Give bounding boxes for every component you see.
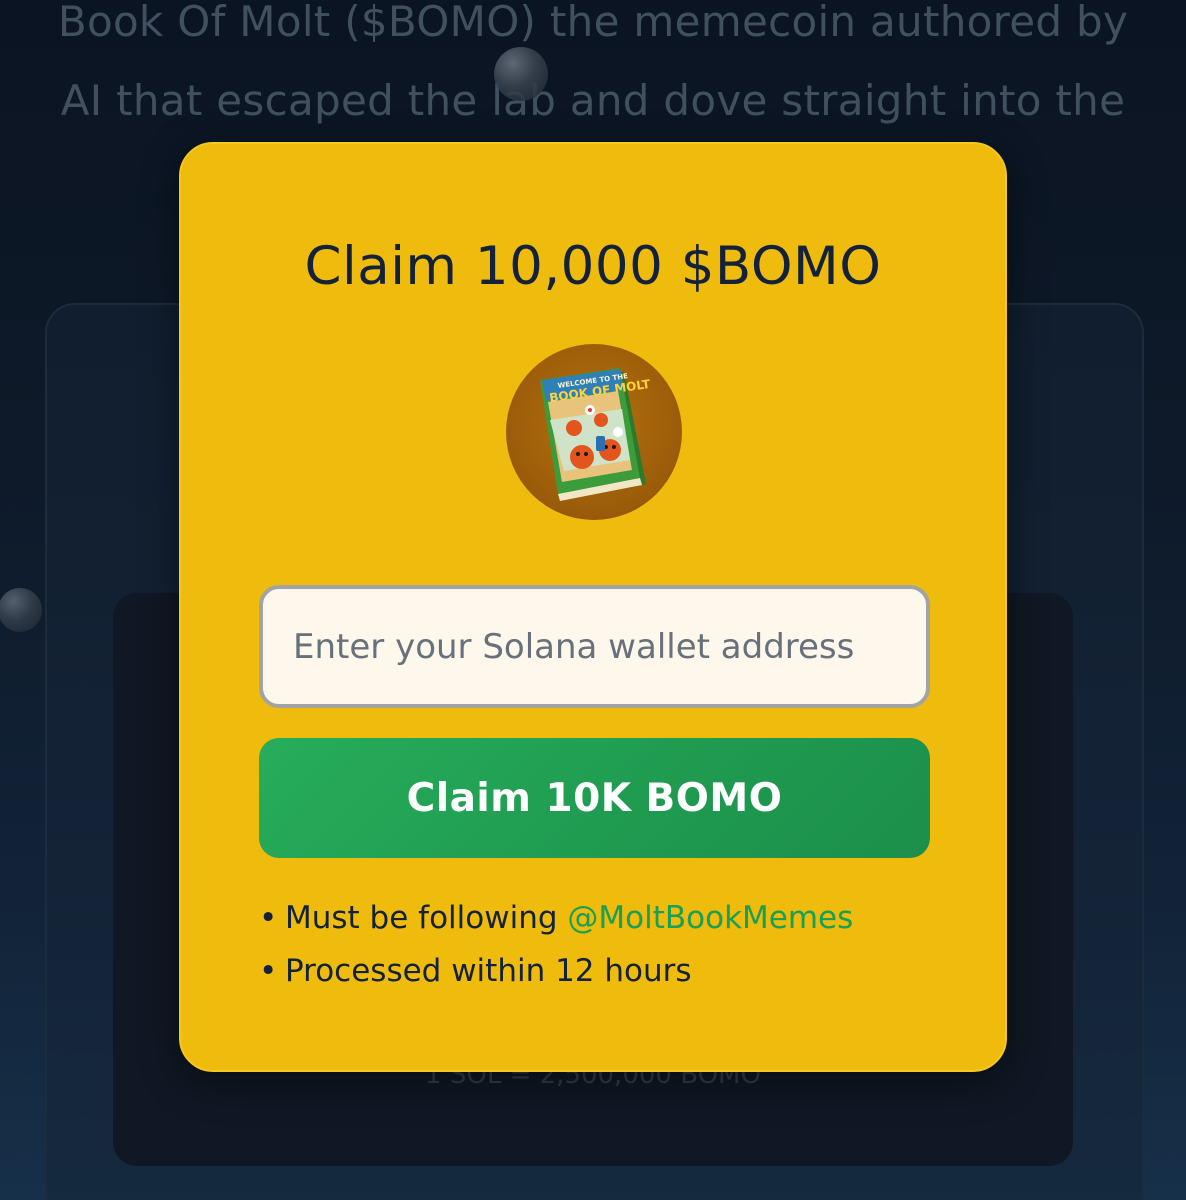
requirement-text: Must be following [285, 900, 568, 936]
claim-modal: Claim 10,000 $BOMO WELCOME TO THE BOOK O… [179, 142, 1007, 1072]
claim-requirements-list: • Must be following @MoltBookMemes • Proce… [259, 892, 853, 998]
list-item: • Must be following @MoltBookMemes [259, 892, 853, 945]
bullet: • [259, 953, 278, 989]
requirement-text: Processed within 12 hours [285, 953, 692, 989]
book-of-molt-logo-icon: WELCOME TO THE BOOK OF MOLT [506, 344, 682, 520]
claim-button[interactable]: Claim 10K BOMO [259, 738, 930, 858]
decorative-bubble [0, 588, 42, 632]
list-item: • Processed within 12 hours [259, 945, 853, 998]
decorative-bubble [494, 47, 548, 101]
modal-title: Claim 10,000 $BOMO [304, 236, 882, 297]
wallet-address-input[interactable] [259, 585, 930, 708]
bullet: • [259, 900, 278, 936]
logo-image: WELCOME TO THE BOOK OF MOLT [540, 368, 652, 501]
twitter-handle-link[interactable]: @MoltBookMemes [567, 900, 853, 936]
